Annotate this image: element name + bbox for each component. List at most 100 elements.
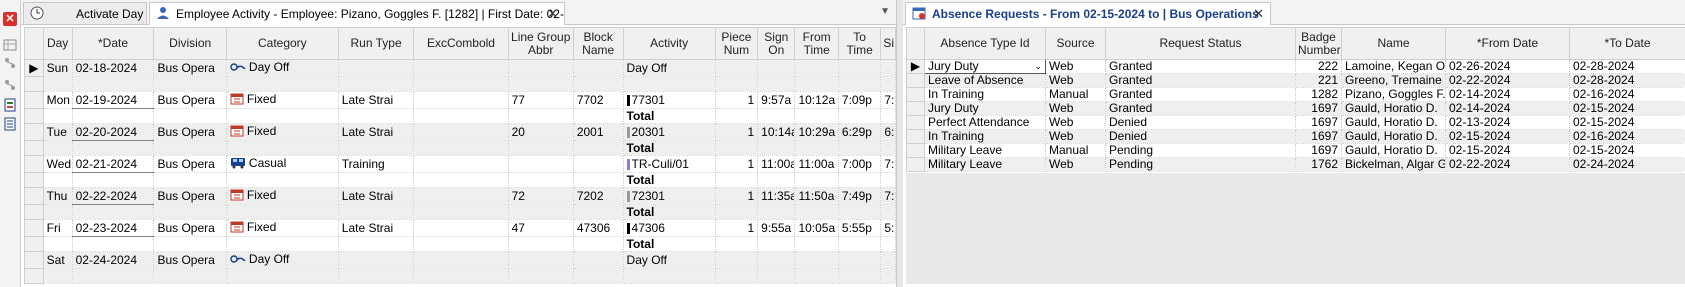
col-exc-combo-id[interactable]: ExcCombold <box>413 27 509 60</box>
run-type-cell[interactable]: Late Strai <box>338 91 415 109</box>
truncated-cell[interactable] <box>880 251 896 269</box>
absence-type-cell[interactable]: In Training <box>924 129 1046 144</box>
tab-employee-activity[interactable]: Employee Activity - Employee: Pizano, Go… <box>149 2 565 25</box>
from-time-cell[interactable]: 10:12a <box>794 91 839 109</box>
block-name-cell[interactable]: 2001 <box>573 123 624 141</box>
row-selector[interactable] <box>24 187 44 205</box>
line-group-abbr-cell[interactable]: 20 <box>508 123 574 141</box>
source-cell[interactable]: Web <box>1045 59 1106 74</box>
line-group-abbr-cell[interactable]: 77 <box>508 91 574 109</box>
col-run-type[interactable]: Run Type <box>337 27 415 60</box>
col-division[interactable]: Division <box>153 27 227 60</box>
to-date-cell[interactable]: 02-24-2024 <box>1569 157 1685 172</box>
col-category[interactable]: Category <box>225 27 339 60</box>
from-time-cell[interactable] <box>794 251 839 269</box>
truncated-cell[interactable]: 5: <box>880 219 896 237</box>
absence-type-cell[interactable]: Leave of Absence <box>924 73 1046 88</box>
request-status-cell[interactable]: Granted <box>1105 73 1296 88</box>
table-row[interactable]: Leave of Absence Web Granted 221 Greeno, Tre… <box>906 73 1685 88</box>
col-date[interactable]: *Date <box>71 27 155 60</box>
category-cell[interactable]: Fixed <box>226 219 339 237</box>
activity-cell[interactable]: Day Off <box>623 251 716 269</box>
from-date-cell[interactable]: 02-14-2024 <box>1445 101 1570 116</box>
piece-num-cell[interactable] <box>715 251 759 269</box>
name-cell[interactable]: Gauld, Horatio D. <box>1341 129 1446 144</box>
table-row[interactable]: In Training Web Denied 1697 Gauld, Horatio D… <box>906 129 1685 144</box>
row-selector[interactable] <box>906 129 925 144</box>
request-status-cell[interactable]: Pending <box>1105 157 1296 172</box>
table-row[interactable]: Wed 02-21-2024 Bus Opera Casual Training TR-C… <box>24 155 896 173</box>
table-row[interactable]: Military Leave Web Pending 1762 Bickelman, A… <box>906 157 1685 172</box>
category-cell[interactable]: Fixed <box>226 123 339 141</box>
category-cell[interactable]: Day Off <box>226 59 339 77</box>
col-truncated[interactable]: Si <box>880 27 896 60</box>
row-selector[interactable] <box>906 115 925 130</box>
date-cell[interactable]: 02-24-2024 <box>72 251 155 269</box>
category-cell[interactable]: Fixed <box>226 91 339 109</box>
absence-type-cell[interactable]: In Training <box>924 87 1046 102</box>
to-time-cell[interactable]: 7:09p <box>838 91 882 109</box>
to-date-cell[interactable]: 02-28-2024 <box>1569 73 1685 88</box>
exc-combo-id-cell[interactable] <box>413 123 509 141</box>
division-cell[interactable]: Bus Opera <box>153 123 227 141</box>
division-cell[interactable]: Bus Opera <box>153 251 227 269</box>
absence-type-cell[interactable]: Military Leave <box>924 143 1046 158</box>
to-date-cell[interactable]: 02-28-2024 <box>1569 59 1685 74</box>
day-cell[interactable]: Wed <box>43 155 73 173</box>
schedule-grid-icon[interactable] <box>3 38 17 52</box>
piece-num-cell[interactable]: 1 <box>715 219 759 237</box>
sign-on-cell[interactable] <box>757 59 796 77</box>
row-selector[interactable]: ▶ <box>24 59 44 77</box>
table-row[interactable]: ▶ Sun 02-18-2024 Bus Opera Day Off Day Off <box>24 59 896 77</box>
name-cell[interactable]: Greeno, Tremaine V. <box>1341 73 1446 88</box>
col-sign-on[interactable]: Sign On <box>757 27 796 60</box>
block-name-cell[interactable] <box>573 251 624 269</box>
to-time-cell[interactable]: 7:00p <box>838 155 882 173</box>
run-type-cell[interactable]: Late Strai <box>338 219 415 237</box>
request-status-cell[interactable]: Pending <box>1105 143 1296 158</box>
from-date-cell[interactable]: 02-14-2024 <box>1445 87 1570 102</box>
sign-on-cell[interactable] <box>757 251 796 269</box>
absence-type-cell[interactable]: ⌄ Jury Duty <box>924 59 1046 74</box>
table-row[interactable]: Perfect Attendance Web Denied 1697 Gauld, Ho… <box>906 115 1685 130</box>
truncated-cell[interactable]: 7: <box>880 155 896 173</box>
source-cell[interactable]: Web <box>1045 115 1106 130</box>
table-row[interactable]: In Training Manual Granted 1282 Pizano, Gogg… <box>906 87 1685 102</box>
badge-number-cell[interactable]: 1282 <box>1295 87 1342 102</box>
row-selector[interactable] <box>906 101 925 116</box>
row-selector[interactable] <box>24 219 44 237</box>
col-request-status[interactable]: Request Status <box>1105 27 1296 60</box>
row-selector[interactable] <box>24 123 44 141</box>
table-row[interactable]: Thu 02-22-2024 Bus Opera Fixed Late Strai 72 7… <box>24 187 896 205</box>
exc-combo-id-cell[interactable] <box>413 219 509 237</box>
date-cell[interactable]: 02-20-2024 <box>72 123 155 141</box>
from-time-cell[interactable] <box>794 59 839 77</box>
line-group-abbr-cell[interactable]: 47 <box>508 219 574 237</box>
line-group-abbr-cell[interactable]: 72 <box>508 187 574 205</box>
piece-num-cell[interactable]: 1 <box>715 187 759 205</box>
col-from-time[interactable]: From Time <box>794 27 839 60</box>
exc-combo-id-cell[interactable] <box>413 91 509 109</box>
exc-combo-id-cell[interactable] <box>413 251 509 269</box>
table-row[interactable]: ▶ ⌄ Jury Duty Web Granted 222 Lamoine, Kegan O… <box>906 59 1685 74</box>
exc-combo-id-cell[interactable] <box>413 59 509 77</box>
tab-list-dropdown-icon[interactable]: ▼ <box>880 6 890 17</box>
table-row[interactable]: Jury Duty Web Granted 1697 Gauld, Horatio D.… <box>906 101 1685 116</box>
people-link-icon[interactable] <box>3 56 17 70</box>
request-status-cell[interactable]: Denied <box>1105 129 1296 144</box>
from-time-cell[interactable]: 11:50a <box>794 187 839 205</box>
col-from-date[interactable]: *From Date <box>1445 27 1570 60</box>
date-cell[interactable]: 02-19-2024 <box>72 91 155 109</box>
badge-number-cell[interactable]: 221 <box>1295 73 1342 88</box>
day-cell[interactable]: Sat <box>43 251 73 269</box>
chevron-down-icon[interactable]: ⌄ <box>1034 61 1042 73</box>
col-to-date[interactable]: *To Date <box>1569 27 1685 60</box>
day-cell[interactable]: Tue <box>43 123 73 141</box>
to-date-cell[interactable]: 02-16-2024 <box>1569 129 1685 144</box>
date-cell[interactable]: 02-23-2024 <box>72 219 155 237</box>
activity-cell[interactable]: 77301 <box>623 91 716 109</box>
col-block-name[interactable]: Block Name <box>572 27 624 60</box>
division-cell[interactable]: Bus Opera <box>153 155 227 173</box>
date-cell[interactable]: 02-21-2024 <box>72 155 155 173</box>
block-name-cell[interactable] <box>573 59 624 77</box>
